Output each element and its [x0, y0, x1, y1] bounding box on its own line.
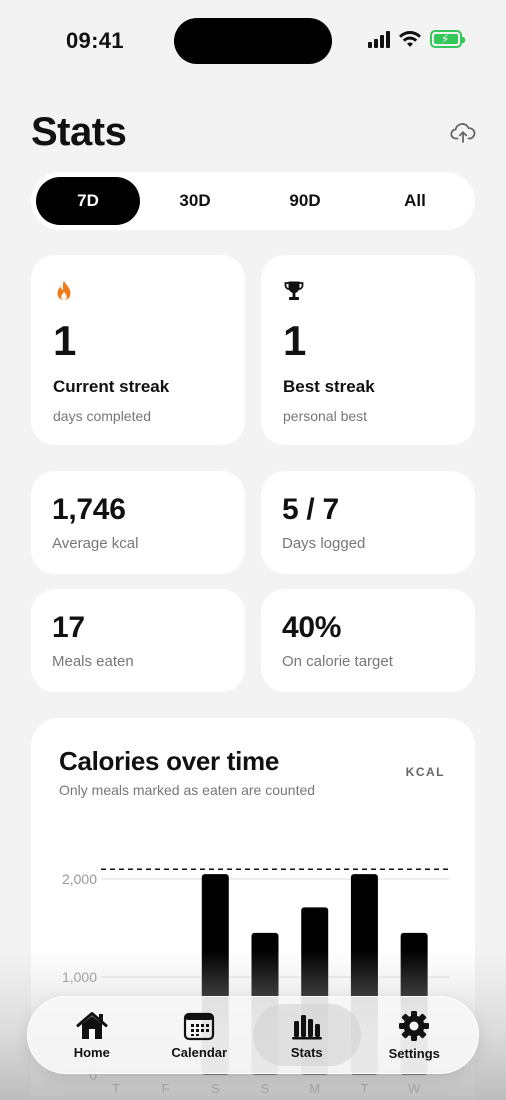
status-time: 09:41: [66, 28, 124, 53]
battery-icon: ⚡: [430, 30, 465, 48]
wifi-icon: [399, 31, 421, 47]
status-icons: ⚡: [368, 30, 465, 48]
average-kcal-value: 1,746: [52, 493, 126, 526]
calorie-target-label: On calorie target: [282, 653, 393, 670]
cellular-signal-icon: [368, 30, 390, 48]
days-logged-card: 5 / 7 Days logged: [261, 471, 475, 574]
meals-eaten-label: Meals eaten: [52, 653, 134, 670]
tab-bar: Home Calendar Stats Settings: [27, 996, 479, 1074]
best-streak-subtitle: personal best: [283, 408, 368, 424]
best-streak-title: Best streak: [283, 377, 375, 396]
current-streak-subtitle: days completed: [53, 408, 152, 424]
page-title: Stats: [31, 110, 127, 154]
best-streak-value: 1: [283, 317, 306, 364]
tab-settings-label: Settings: [388, 1045, 440, 1061]
average-kcal-card: 1,746 Average kcal: [31, 471, 245, 574]
current-streak-value: 1: [53, 317, 76, 364]
current-streak-card: 1 Current streak days completed: [31, 255, 245, 445]
meals-eaten-value: 17: [52, 611, 85, 644]
current-streak-title: Current streak: [53, 377, 170, 396]
meals-eaten-card: 17 Meals eaten: [31, 589, 245, 692]
stats-screen: 09:41 ⚡ Stats 7D 30D 90D All 1 Current s…: [0, 0, 506, 1100]
gear-icon: [399, 1010, 430, 1041]
tab-calendar-label: Calendar: [171, 1044, 228, 1060]
calendar-icon: [184, 1012, 215, 1040]
y-tick-label: 2,000: [62, 871, 97, 887]
upload-button[interactable]: [448, 118, 478, 148]
average-kcal-label: Average kcal: [52, 535, 139, 552]
home-icon: [76, 1011, 108, 1039]
trophy-icon: [284, 281, 304, 300]
tab-stats-label: Stats: [290, 1044, 323, 1060]
best-streak-card: 1 Best streak personal best: [261, 255, 475, 445]
dynamic-island: [174, 18, 332, 64]
range-tab-all[interactable]: All: [360, 177, 470, 225]
range-tab-30d[interactable]: 30D: [140, 177, 250, 225]
tab-settings[interactable]: Settings: [361, 1004, 469, 1066]
range-tab-7d[interactable]: 7D: [36, 177, 140, 225]
calorie-target-card: 40% On calorie target: [261, 589, 475, 692]
bar-chart-icon: [291, 1014, 322, 1039]
days-logged-label: Days logged: [282, 535, 366, 552]
tab-home-label: Home: [73, 1044, 110, 1060]
tab-home[interactable]: Home: [38, 1004, 146, 1066]
range-selector: 7D 30D 90D All: [31, 172, 475, 230]
cloud-upload-icon: [450, 123, 476, 143]
flame-icon: [57, 280, 71, 300]
range-tab-90d[interactable]: 90D: [250, 177, 360, 225]
days-logged-value: 5 / 7: [282, 493, 339, 526]
tab-calendar[interactable]: Calendar: [146, 1004, 254, 1066]
calorie-target-value: 40%: [282, 611, 342, 644]
status-bar: 09:41 ⚡: [0, 0, 506, 80]
tab-stats[interactable]: Stats: [253, 1004, 361, 1066]
